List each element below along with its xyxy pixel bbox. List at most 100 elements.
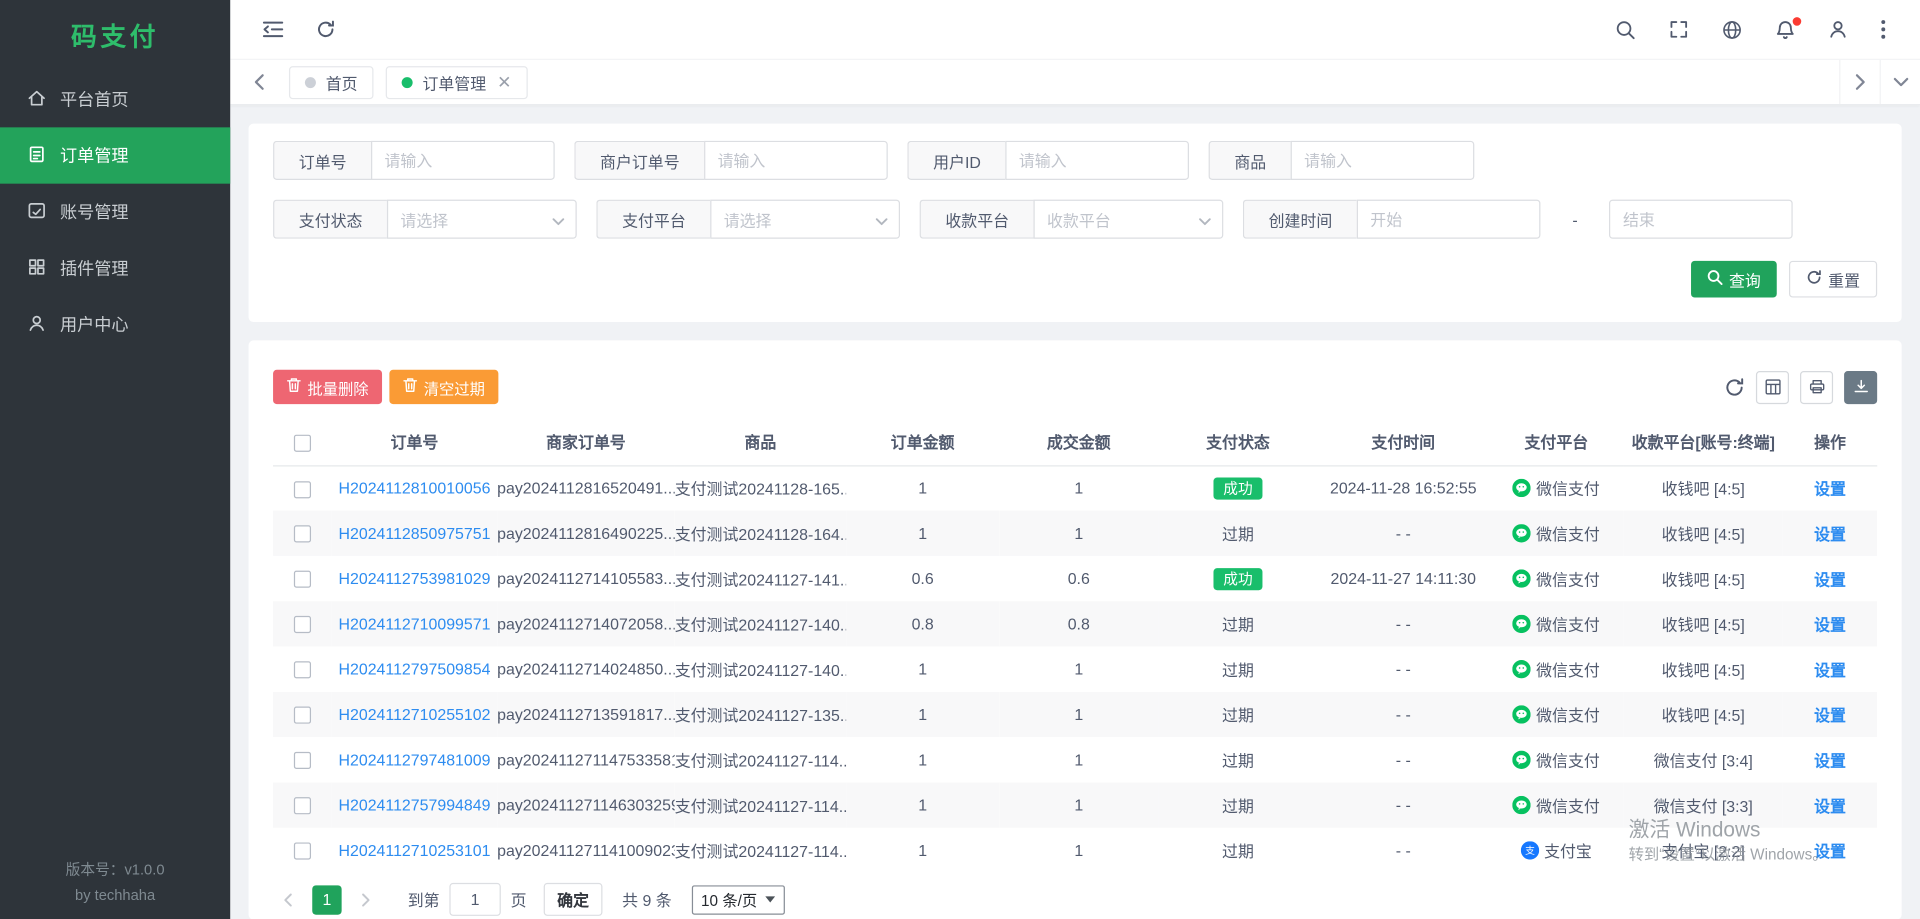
start-date-input[interactable] — [1357, 200, 1541, 239]
export-icon[interactable] — [1844, 370, 1877, 403]
wechat-pay-icon — [1513, 705, 1531, 723]
row-checkbox[interactable] — [294, 481, 311, 498]
bell-icon[interactable] — [1776, 19, 1796, 40]
tabbar-right — [1839, 60, 1920, 104]
chevron-down-icon — [876, 210, 888, 228]
order-no-input[interactable] — [371, 141, 555, 180]
row-checkbox[interactable] — [294, 571, 311, 588]
version-line: 版本号：v1.0.0 — [0, 857, 230, 882]
sidebar-item-user-center[interactable]: 用户中心 — [0, 296, 230, 352]
order-no-link[interactable]: H2024112797481009 — [338, 751, 490, 769]
deal-amount: 1 — [999, 828, 1158, 873]
sidebar-item-orders[interactable]: 订单管理 — [0, 127, 230, 183]
goto-confirm-button[interactable]: 确定 — [544, 883, 603, 916]
sidebar-item-plugins[interactable]: 插件管理 — [0, 240, 230, 296]
settings-link[interactable]: 设置 — [1814, 797, 1846, 815]
next-page-icon[interactable] — [351, 885, 380, 914]
order-no-link[interactable]: H2024112710099571 — [338, 615, 490, 633]
fullscreen-icon[interactable] — [1669, 20, 1689, 40]
row-checkbox[interactable] — [294, 752, 311, 769]
print-icon[interactable] — [1800, 370, 1833, 403]
col-header: 支付状态 — [1158, 419, 1317, 466]
page-size-value: 10 条/页 — [701, 888, 757, 911]
page-number-current[interactable]: 1 — [312, 885, 341, 914]
refresh-icon[interactable] — [316, 20, 336, 40]
tabs-scroll-left-icon[interactable] — [240, 60, 277, 104]
sidebar-item-accounts[interactable]: 账号管理 — [0, 184, 230, 240]
sidebar-menu: 平台首页 订单管理 账号管理 插件管理 用户中心 — [0, 71, 230, 353]
filter-label: 商户订单号 — [574, 141, 704, 180]
row-checkbox[interactable] — [294, 797, 311, 814]
reload-table-icon[interactable] — [1724, 377, 1745, 398]
deal-amount: 1 — [999, 465, 1158, 510]
order-no-link[interactable]: H2024112797509854 — [338, 660, 490, 678]
close-tab-icon[interactable]: ✕ — [497, 73, 511, 90]
user-id-input[interactable] — [1005, 141, 1189, 180]
search-icon[interactable] — [1615, 19, 1636, 40]
row-checkbox[interactable] — [294, 526, 311, 543]
row-checkbox[interactable] — [294, 616, 311, 633]
row-checkbox[interactable] — [294, 843, 311, 860]
table-row: H2024112797481009 pay202411271147533581 … — [273, 737, 1877, 782]
user-icon[interactable] — [1828, 20, 1848, 40]
pay-platform-select[interactable]: 请选择 — [710, 200, 900, 239]
end-date-input[interactable] — [1609, 200, 1793, 239]
collapse-sidebar-icon[interactable] — [262, 20, 284, 40]
receive-platform-select[interactable]: 收款平台 — [1034, 200, 1224, 239]
query-button[interactable]: 查询 — [1691, 261, 1777, 298]
settings-link[interactable]: 设置 — [1814, 707, 1846, 725]
column-settings-icon[interactable] — [1756, 370, 1789, 403]
merchant-order-no: pay2024112714072058... — [497, 601, 675, 646]
language-globe-icon[interactable] — [1722, 19, 1743, 40]
receiver-platform: 支付宝 [2:2] — [1624, 828, 1783, 873]
settings-link[interactable]: 设置 — [1814, 752, 1846, 770]
select-placeholder: 请选择 — [400, 208, 448, 231]
tab-home[interactable]: 首页 — [289, 66, 374, 99]
pay-time: - - — [1318, 828, 1489, 873]
goto-prefix-label: 到第 — [408, 888, 440, 911]
deal-amount: 1 — [999, 737, 1158, 782]
clear-expired-button[interactable]: 清空过期 — [389, 370, 498, 404]
prev-page-icon[interactable] — [273, 885, 302, 914]
col-header: 商家订单号 — [497, 419, 675, 466]
order-no-link[interactable]: H2024112753981029 — [338, 569, 490, 587]
product-name: 支付测试20241128-165... — [675, 465, 846, 510]
settings-link[interactable]: 设置 — [1814, 616, 1846, 634]
product-name: 支付测试20241127-135... — [675, 692, 846, 737]
settings-link[interactable]: 设置 — [1814, 480, 1846, 498]
tabs-scroll-right-icon[interactable] — [1839, 60, 1879, 104]
order-no-link[interactable]: H2024112850975751 — [338, 524, 490, 542]
order-no-link[interactable]: H2024112710253101 — [338, 841, 490, 859]
order-no-link[interactable]: H2024112810010056 — [338, 479, 490, 497]
reset-button[interactable]: 重置 — [1789, 261, 1877, 298]
row-checkbox[interactable] — [294, 662, 311, 679]
merchant-order-no-input[interactable] — [704, 141, 888, 180]
receiver-platform: 收钱吧 [4:5] — [1624, 556, 1783, 601]
page-size-select[interactable]: 10 条/页 — [691, 885, 785, 914]
product-name: 支付测试20241127-114... — [675, 828, 846, 873]
order-no-link[interactable]: H2024112710255102 — [338, 705, 490, 723]
tabs-menu-chevron-down-icon[interactable] — [1880, 60, 1920, 104]
settings-link[interactable]: 设置 — [1814, 525, 1846, 543]
receiver-platform: 收钱吧 [4:5] — [1624, 511, 1783, 556]
settings-link[interactable]: 设置 — [1814, 571, 1846, 589]
platform-name: 微信支付 — [1536, 612, 1600, 635]
pay-status-select[interactable]: 请选择 — [387, 200, 577, 239]
order-no-link[interactable]: H2024112757994849 — [338, 796, 490, 814]
product-input[interactable] — [1291, 141, 1475, 180]
pay-time: - - — [1318, 782, 1489, 827]
row-checkbox[interactable] — [294, 707, 311, 724]
select-all-checkbox[interactable] — [294, 434, 311, 451]
goto-page-input[interactable] — [449, 883, 500, 916]
more-menu-icon[interactable] — [1881, 20, 1886, 40]
settings-link[interactable]: 设置 — [1814, 842, 1846, 860]
merchant-order-no: pay202411271147533581 — [497, 737, 675, 782]
sidebar-item-home[interactable]: 平台首页 — [0, 71, 230, 127]
tab-dot-icon — [305, 77, 316, 88]
tab-order-management[interactable]: 订单管理 ✕ — [386, 66, 528, 99]
reset-button-label: 重置 — [1828, 268, 1860, 291]
settings-link[interactable]: 设置 — [1814, 661, 1846, 679]
platform-name: 微信支付 — [1536, 702, 1600, 725]
batch-delete-button[interactable]: 批量删除 — [273, 370, 382, 404]
filter-panel: 订单号 商户订单号 用户ID 商品 — [249, 124, 1902, 322]
